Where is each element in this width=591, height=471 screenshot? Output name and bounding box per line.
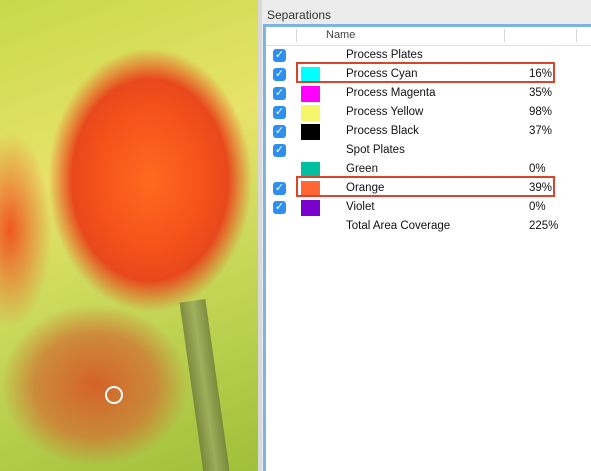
column-divider [296, 29, 297, 42]
color-swatch-violet [301, 200, 320, 216]
checkbox-checked-icon[interactable]: ✓ [273, 106, 286, 119]
row-label: Violet [346, 201, 375, 213]
list-item-process-magenta[interactable]: ✓ Process Magenta 35% [266, 84, 591, 103]
image-preview[interactable] [0, 0, 258, 471]
coverage-value: 37% [529, 125, 553, 137]
checkbox-checked-icon[interactable]: ✓ [273, 125, 286, 138]
color-swatch-yellow [301, 105, 320, 121]
row-label: Process Magenta [346, 87, 436, 99]
checkbox-checked-icon[interactable]: ✓ [273, 87, 286, 100]
color-swatch-black [301, 124, 320, 140]
coverage-value: 0% [529, 201, 546, 213]
coverage-value: 35% [529, 87, 553, 99]
checkbox-checked-icon[interactable]: ✓ [273, 68, 286, 81]
list-item-violet[interactable]: ✓ Violet 0% [266, 198, 591, 217]
list-header: Name [266, 27, 591, 46]
color-swatch-magenta [301, 86, 320, 102]
checkbox-checked-icon[interactable]: ✓ [273, 201, 286, 214]
row-label: Process Black [346, 125, 419, 137]
coverage-value: 0% [529, 163, 546, 175]
list-item-process-yellow[interactable]: ✓ Process Yellow 98% [266, 103, 591, 122]
sample-cursor-icon [105, 386, 123, 404]
checkbox-checked-icon[interactable]: ✓ [273, 182, 286, 195]
checkbox-checked-icon[interactable]: ✓ [273, 144, 286, 157]
list-item-total-area-coverage: Total Area Coverage 225% [266, 217, 591, 236]
row-label: Process Plates [346, 49, 423, 61]
coverage-value: 225% [529, 220, 559, 232]
coverage-value: 98% [529, 106, 553, 118]
highlight-box-orange [296, 176, 555, 197]
checkbox-checked-icon[interactable]: ✓ [273, 49, 286, 62]
plant-stem [179, 299, 231, 471]
column-divider [576, 29, 577, 42]
column-divider [504, 29, 505, 42]
column-header-name[interactable]: Name [326, 29, 355, 41]
highlight-box-cyan [296, 62, 555, 83]
row-label: Total Area Coverage [346, 220, 451, 232]
row-label: Spot Plates [346, 144, 405, 156]
list-item-spot-plates[interactable]: ✓ Spot Plates [266, 141, 591, 160]
row-label: Process Yellow [346, 106, 424, 118]
separations-list[interactable]: Name ✓ Process Plates ✓ Process Cyan 16%… [263, 24, 591, 471]
list-item-process-black[interactable]: ✓ Process Black 37% [266, 122, 591, 141]
row-label: Green [346, 163, 378, 175]
panel-title: Separations [267, 8, 332, 22]
